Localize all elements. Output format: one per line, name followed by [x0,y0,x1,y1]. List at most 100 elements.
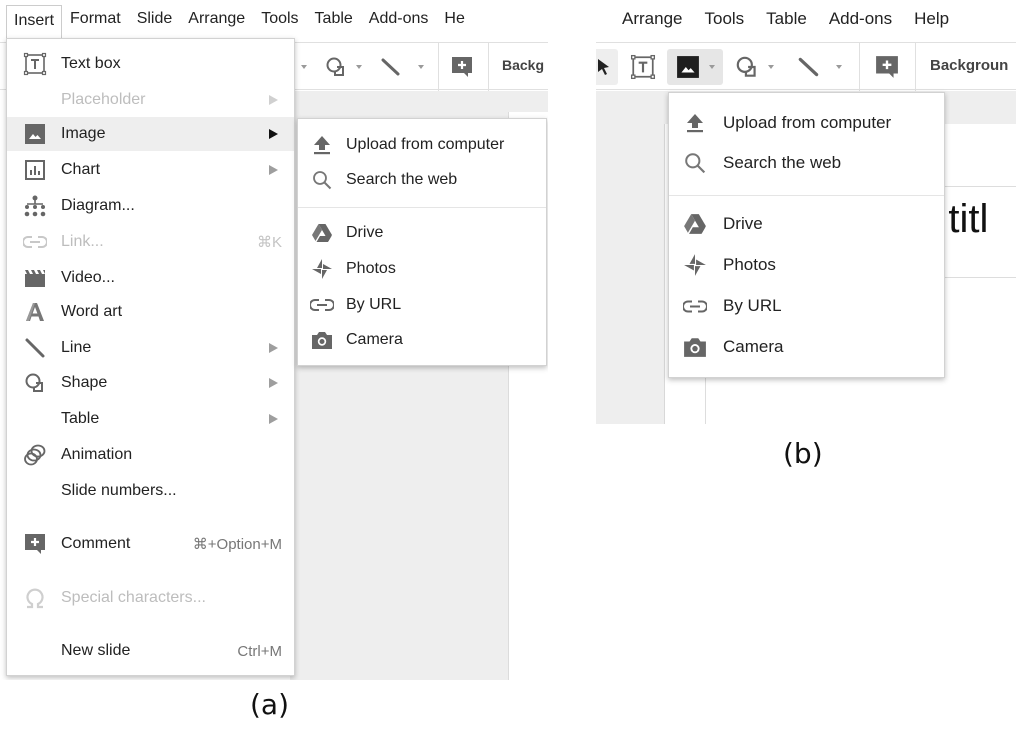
menu-item-special-characters[interactable]: Special characters... [7,581,294,615]
panel-b-image-dropdown-screenshot: Arrange Tools Table Add-ons Help Backgro… [596,0,1016,424]
submenu-item-by-url[interactable]: By URL [298,288,546,322]
menu-item-word-art[interactable]: Word art [7,295,294,329]
submenu-divider [298,207,546,208]
dropdown-item-label: Photos [723,255,776,274]
menu-help[interactable]: He [436,3,472,35]
line-tool-button[interactable] [794,51,824,83]
menu-format[interactable]: Format [62,3,129,35]
background-button[interactable]: Backgroun [930,57,1008,74]
menu-item-line[interactable]: Line [7,331,294,365]
submenu-item-label: Camera [346,331,403,348]
shape-tool-button[interactable] [732,51,762,83]
menu-table[interactable]: Table [758,3,815,35]
menu-addons[interactable]: Add-ons [821,3,900,35]
shape-dropdown-caret[interactable] [768,65,774,69]
menu-addons[interactable]: Add-ons [361,3,437,35]
background-button[interactable]: Backg [502,57,544,73]
dropdown-item-label: Camera [723,337,784,356]
shortcut-text: ⌘K [256,234,282,251]
shape-icon [23,371,47,395]
image-dropdown-caret[interactable] [709,65,715,69]
menu-arrange[interactable]: Arrange [614,3,690,35]
camera-icon [683,335,707,359]
line-icon [796,54,822,80]
menu-slide[interactable]: Slide [129,3,181,35]
menu-tools[interactable]: Tools [253,3,306,35]
menu-item-table[interactable]: Table [7,402,294,436]
text-box-tool-button[interactable] [628,51,658,83]
menu-item-link[interactable]: Link... ⌘K [7,225,294,259]
menu-help[interactable]: Help [906,3,957,35]
text-box-icon [630,54,656,80]
menu-item-new-slide[interactable]: New slide Ctrl+M [7,634,294,668]
menu-item-label: Diagram... [61,197,135,214]
select-tool-button[interactable] [596,49,618,85]
dropdown-item-search-web[interactable]: Search the web [669,144,944,182]
dropdown-item-by-url[interactable]: By URL [669,287,944,325]
submenu-item-drive[interactable]: Drive [298,216,546,250]
toolbar-divider [438,43,439,91]
menu-insert[interactable]: Insert [6,4,63,38]
shape-dropdown-caret[interactable] [356,65,362,69]
toolbar: Backgroun [596,42,1016,91]
diagram-icon [23,194,47,218]
menu-item-label: Line [61,339,92,356]
menu-item-label: Chart [61,161,101,178]
menu-tools[interactable]: Tools [696,3,752,35]
line-tool-button[interactable] [376,51,406,83]
submenu-item-camera[interactable]: Camera [298,323,546,357]
link-icon [310,293,334,317]
menu-item-placeholder[interactable]: Placeholder [7,83,294,117]
comment-button[interactable] [872,51,902,83]
dropdown-divider [669,195,944,196]
submenu-item-label: Photos [346,260,396,277]
camera-icon [310,328,334,352]
menu-item-chart[interactable]: Chart [7,153,294,187]
image-icon [676,55,700,79]
dropdown-item-camera[interactable]: Camera [669,328,944,366]
menu-item-slide-numbers[interactable]: Slide numbers... [7,474,294,508]
submenu-item-upload[interactable]: Upload from computer [298,128,546,162]
menu-arrange[interactable]: Arrange [180,3,253,35]
menu-item-comment[interactable]: Comment ⌘+Option+M [7,527,294,561]
submenu-item-label: Drive [346,224,384,241]
menu-item-image[interactable]: Image [7,117,294,151]
comment-button[interactable] [448,51,476,83]
shape-tool-button[interactable] [322,51,350,83]
line-dropdown-caret[interactable] [418,65,424,69]
toolbar-divider [915,43,916,91]
image-dropdown-caret[interactable] [301,65,307,69]
dropdown-item-label: Upload from computer [723,113,892,132]
photos-icon [683,253,707,277]
upload-icon [310,133,334,157]
link-icon [683,294,707,318]
submenu-item-search-web[interactable]: Search the web [298,163,546,197]
submenu-arrow-icon [269,129,278,139]
menu-item-diagram[interactable]: Diagram... [7,189,294,223]
dropdown-item-label: Search the web [723,153,842,172]
menu-table[interactable]: Table [307,3,361,35]
menu-item-label: Comment [61,535,131,552]
image-dropdown-menu: Upload from computer Search the web Driv… [668,92,945,378]
photos-icon [310,257,334,281]
toolbar-divider [488,43,489,91]
menu-item-label: Table [61,410,100,427]
submenu-item-photos[interactable]: Photos [298,252,546,286]
menu-item-shape[interactable]: Shape [7,366,294,400]
caption-b: (b) [783,437,823,470]
cursor-icon [597,58,611,76]
menu-item-video[interactable]: Video... [7,261,294,295]
image-icon [23,122,47,146]
omega-icon [23,586,47,610]
toolbar-divider [859,43,860,91]
dropdown-item-photos[interactable]: Photos [669,246,944,284]
submenu-item-label: Search the web [346,171,458,188]
menu-item-text-box[interactable]: Text box [7,47,294,81]
shape-icon [324,55,348,79]
menu-item-animation[interactable]: Animation [7,438,294,472]
dropdown-item-upload[interactable]: Upload from computer [669,104,944,142]
line-dropdown-caret[interactable] [836,65,842,69]
dropdown-item-label: By URL [723,296,782,315]
dropdown-item-drive[interactable]: Drive [669,205,944,243]
insert-menu: Text box Placeholder Image Chart Diagram… [6,38,295,676]
